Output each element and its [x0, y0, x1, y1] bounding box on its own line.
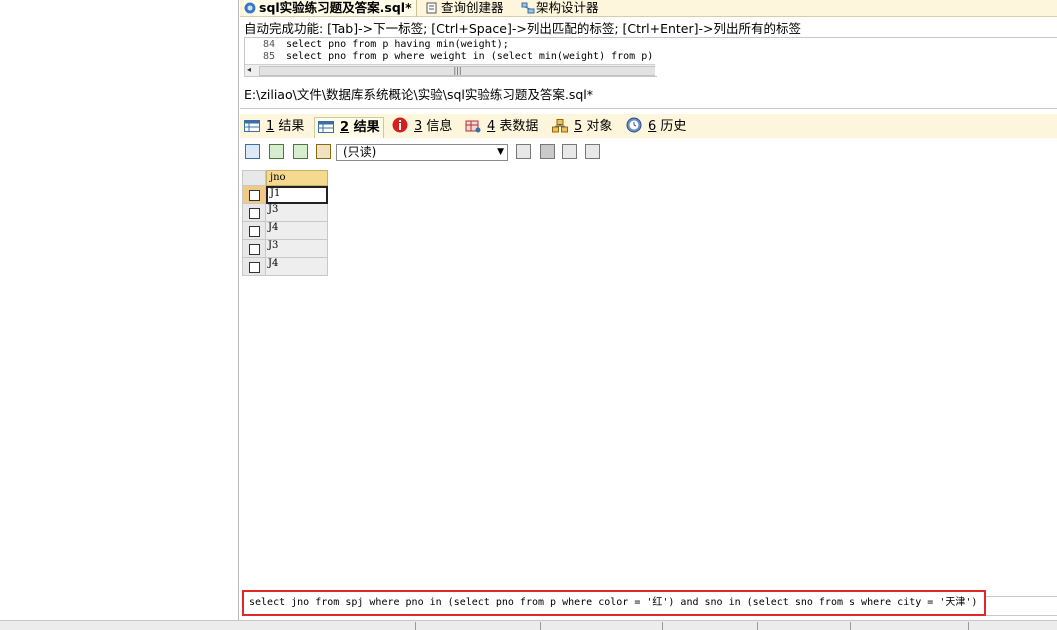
- tab-label: 历史: [660, 119, 687, 134]
- tab-result-1[interactable]: 1 结果: [244, 117, 304, 137]
- tab-number: 3: [414, 119, 423, 134]
- editor-horizontal-scrollbar[interactable]: ◂ |||: [245, 64, 656, 76]
- tab-label: 对象: [586, 119, 613, 134]
- table-cell[interactable]: J3: [266, 240, 328, 258]
- code-text: select pno from p having min(weight);: [286, 39, 509, 50]
- tab-number: 4: [487, 119, 496, 134]
- row-checkbox[interactable]: [249, 244, 260, 255]
- table-data-icon: [465, 119, 481, 133]
- tab-number: 5: [574, 119, 583, 134]
- table-row[interactable]: J3: [242, 240, 328, 258]
- tab-number: 2: [340, 120, 350, 135]
- executed-sql-query: select jno from spj where pno in (select…: [242, 590, 986, 616]
- result-toolbar: (只读) ▼: [240, 140, 1057, 166]
- tab-schema-designer[interactable]: 架构设计器: [521, 0, 599, 16]
- objects-icon: [552, 119, 568, 133]
- line-number: 84: [262, 39, 275, 50]
- history-icon: [626, 117, 642, 133]
- row-checkbox[interactable]: [249, 226, 260, 237]
- tab-objects[interactable]: 5 对象: [552, 117, 612, 137]
- code-line: 84 select pno from p having min(weight);: [245, 39, 509, 51]
- delete-row-icon[interactable]: [562, 144, 577, 159]
- code-text: select pno from p where weight in (selec…: [286, 51, 657, 62]
- table-cell[interactable]: J3: [266, 204, 328, 222]
- file-path: E:\ziliao\文件\数据库系统概论\实验\sql实验练习题及答案.sql*: [244, 87, 594, 102]
- table-row[interactable]: J1: [242, 186, 328, 204]
- scroll-left-icon[interactable]: ◂: [247, 65, 251, 75]
- copy-rows-icon[interactable]: [269, 144, 284, 159]
- sql-editor[interactable]: 84 select pno from p having min(weight); …: [244, 37, 657, 77]
- table-cell[interactable]: J4: [266, 258, 328, 276]
- table-row[interactable]: J3: [242, 204, 328, 222]
- row-checkbox[interactable]: [249, 208, 260, 219]
- chevron-down-icon: ▼: [497, 147, 504, 157]
- row-header[interactable]: [242, 240, 266, 258]
- select-value: (只读): [343, 145, 377, 159]
- tab-label: 信息: [426, 119, 453, 134]
- row-header[interactable]: [242, 222, 266, 240]
- export-icon[interactable]: [245, 144, 260, 159]
- tab-info[interactable]: 3 信息: [392, 117, 452, 137]
- refresh-icon[interactable]: [316, 144, 331, 159]
- result-grid-icon: [318, 120, 334, 134]
- sql-file-icon: [244, 2, 256, 14]
- copy-all-icon[interactable]: [293, 144, 308, 159]
- row-checkbox[interactable]: [249, 262, 260, 273]
- tab-label: 结果: [353, 120, 380, 135]
- query-builder-icon: [426, 2, 438, 14]
- add-row-icon[interactable]: [516, 144, 531, 159]
- table-row[interactable]: J4: [242, 258, 328, 276]
- cancel-changes-icon[interactable]: [585, 144, 600, 159]
- row-header[interactable]: [242, 258, 266, 276]
- tab-label: 查询创建器: [441, 0, 504, 15]
- autocomplete-hint: 自动完成功能: [Tab]->下一标签; [Ctrl+Space]->列出匹配的…: [244, 21, 802, 36]
- row-header[interactable]: [242, 204, 266, 222]
- editor-right-area: [655, 37, 1057, 76]
- tab-number: 6: [648, 119, 657, 134]
- table-cell[interactable]: J1: [266, 186, 328, 204]
- result-mode-select[interactable]: (只读) ▼: [336, 144, 508, 161]
- save-icon[interactable]: [540, 144, 555, 159]
- sql-area-right: [986, 596, 1057, 616]
- info-icon: [392, 117, 408, 133]
- table-cell[interactable]: J4: [266, 222, 328, 240]
- row-header[interactable]: [242, 186, 266, 204]
- line-number: 85: [262, 51, 275, 62]
- main-area: sql实验练习题及答案.sql* 查询创建器 架构设计器 自动完成功能: [Ta…: [240, 0, 1057, 629]
- tab-sql-file[interactable]: sql实验练习题及答案.sql*: [244, 0, 417, 16]
- tab-query-builder[interactable]: 查询创建器: [426, 0, 504, 16]
- column-header-jno[interactable]: jno: [266, 170, 328, 186]
- tab-history[interactable]: 6 历史: [626, 117, 686, 137]
- grid-corner[interactable]: [242, 170, 266, 186]
- object-browser-pane: [0, 0, 239, 629]
- result-grid-icon: [244, 119, 260, 133]
- scrollbar-thumb[interactable]: |||: [259, 66, 656, 76]
- schema-designer-icon: [521, 2, 535, 14]
- result-tab-bar: 1 结果 2 结果 3 信息 4 表数据 5 对象 6 历史: [240, 114, 1057, 138]
- divider: [240, 108, 1057, 109]
- tab-number: 1: [266, 119, 275, 134]
- code-line: 85 select pno from p where weight in (sel…: [245, 51, 657, 63]
- tab-label: sql实验练习题及答案.sql*: [259, 0, 412, 15]
- tab-label: 结果: [278, 119, 305, 134]
- table-row[interactable]: J4: [242, 222, 328, 240]
- row-checkbox[interactable]: [249, 190, 260, 201]
- tab-result-2[interactable]: 2 结果: [314, 117, 384, 138]
- tab-label: 表数据: [499, 119, 539, 134]
- editor-tab-bar: sql实验练习题及答案.sql* 查询创建器 架构设计器: [240, 0, 1057, 17]
- grid-header: jno: [242, 170, 328, 186]
- tab-table-data[interactable]: 4 表数据: [465, 117, 538, 137]
- tab-label: 架构设计器: [536, 0, 599, 15]
